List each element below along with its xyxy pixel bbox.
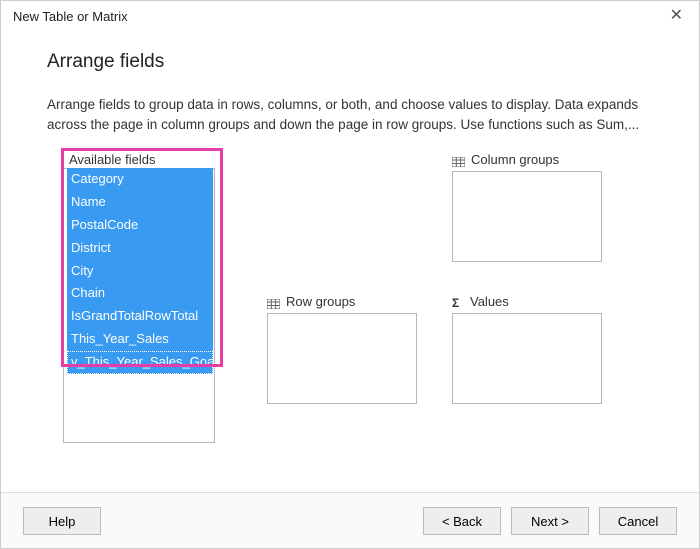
list-item[interactable]: v_This_Year_Sales_Goal: [67, 351, 213, 374]
row-groups-panel: Row groups: [267, 294, 417, 404]
sigma-icon: Σ: [452, 296, 464, 308]
table-icon: [452, 155, 465, 165]
list-item[interactable]: Category: [67, 168, 213, 191]
footer: Help < Back Next > Cancel: [1, 492, 699, 548]
titlebar: New Table or Matrix ✕: [1, 1, 699, 31]
column-groups-box[interactable]: [452, 171, 602, 262]
available-fields-list: Category Name PostalCode District City C…: [67, 168, 213, 374]
list-item[interactable]: Chain: [67, 282, 213, 305]
values-panel: Σ Values: [452, 294, 602, 404]
values-box[interactable]: [452, 313, 602, 404]
list-item[interactable]: City: [67, 260, 213, 283]
row-groups-text: Row groups: [286, 294, 355, 309]
window-title: New Table or Matrix: [13, 9, 128, 24]
list-item[interactable]: Name: [67, 191, 213, 214]
list-item[interactable]: This_Year_Sales: [67, 328, 213, 351]
values-label: Σ Values: [452, 294, 602, 309]
column-groups-label: Column groups: [452, 152, 602, 167]
wizard-content: Arrange fields Arrange fields to group d…: [1, 31, 699, 492]
step-description: Arrange fields to group data in rows, co…: [47, 95, 671, 134]
table-icon: [267, 297, 280, 307]
help-button[interactable]: Help: [23, 507, 101, 535]
row-groups-label: Row groups: [267, 294, 417, 309]
values-text: Values: [470, 294, 509, 309]
next-button[interactable]: Next >: [511, 507, 589, 535]
list-item[interactable]: IsGrandTotalRowTotal: [67, 305, 213, 328]
arrange-layout: Available fields Category Name PostalCod…: [47, 152, 671, 452]
column-groups-text: Column groups: [471, 152, 559, 167]
close-icon[interactable]: ✕: [664, 6, 689, 26]
row-groups-box[interactable]: [267, 313, 417, 404]
column-groups-panel: Column groups: [452, 152, 602, 262]
step-title: Arrange fields: [47, 51, 671, 73]
list-item[interactable]: PostalCode: [67, 214, 213, 237]
list-item[interactable]: District: [67, 237, 213, 260]
cancel-button[interactable]: Cancel: [599, 507, 677, 535]
available-fields-label: Available fields: [69, 152, 155, 167]
back-button[interactable]: < Back: [423, 507, 501, 535]
